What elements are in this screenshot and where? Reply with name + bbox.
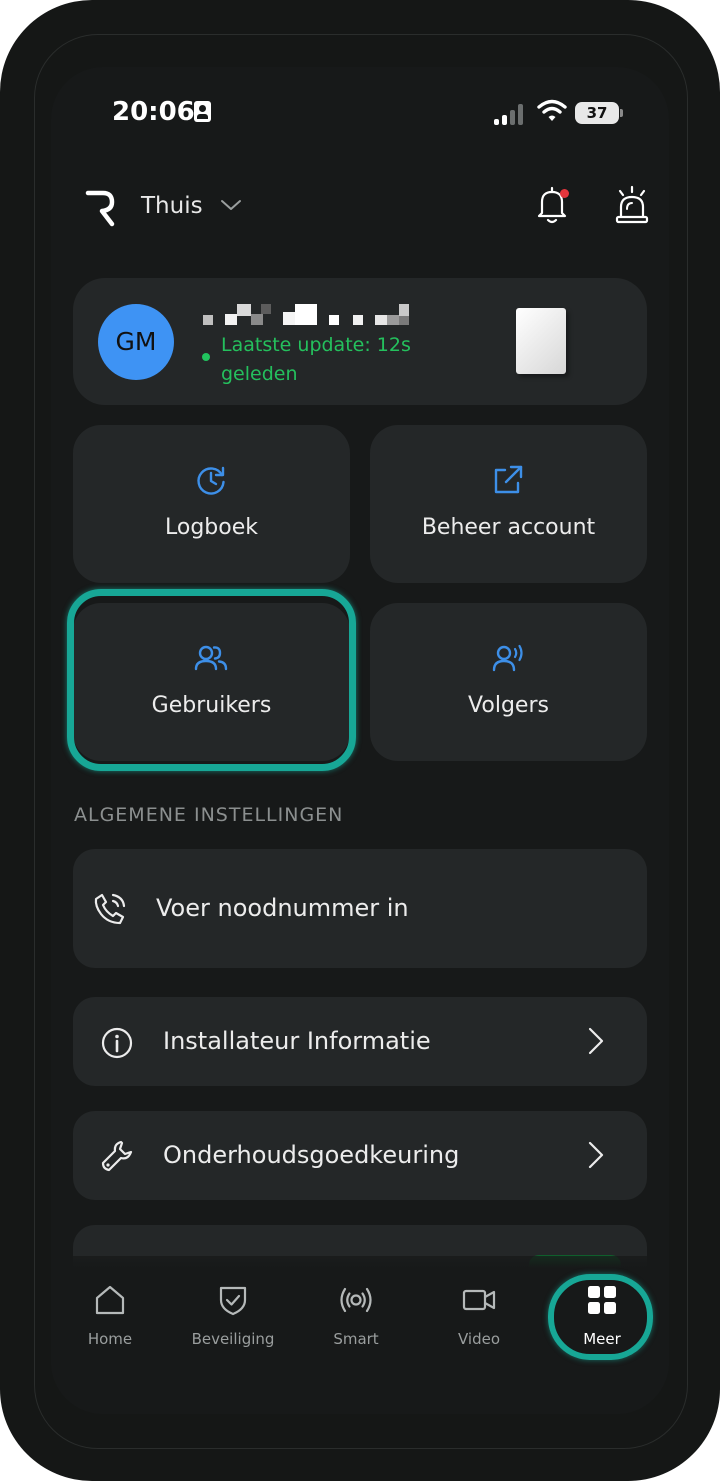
redacted-name [203,304,409,325]
chevron-right-icon [588,1141,604,1169]
notification-badge [560,189,569,198]
tab-video-label: Video [457,1330,501,1348]
home-icon [95,1285,125,1315]
shield-check-icon [219,1286,247,1316]
manage-account-label: Beheer account [421,515,596,540]
tab-security-label: Beveiliging [191,1330,275,1348]
followers-label: Volgers [468,693,549,718]
emergency-number-label: Voer noodnummer in [156,894,409,922]
brand-logo-icon [85,190,115,227]
app-screen: 20:06 37 Thuis GM Laatste update: 12s ge… [51,67,669,1414]
emergency-number-row[interactable]: Voer noodnummer in [73,849,647,968]
online-status-dot [202,353,210,361]
wrench-icon [101,1140,133,1172]
logbook-label: Logboek [165,515,258,540]
maintenance-approval-row[interactable]: Onderhoudsgoedkeuring [73,1111,647,1200]
cellular-signal-icon [494,103,526,125]
broadcast-icon [340,1287,372,1313]
battery-tip [620,109,623,117]
video-camera-icon [462,1289,496,1311]
wifi-icon [537,99,567,121]
avatar: GM [98,304,174,380]
info-icon [101,1027,133,1059]
chevron-down-icon[interactable] [219,193,243,217]
follower-broadcast-icon [492,644,523,672]
maintenance-approval-label: Onderhoudsgoedkeuring [163,1141,460,1169]
tab-smart-label: Smart [333,1330,379,1348]
history-clock-icon [197,466,225,495]
tab-video[interactable]: Video [424,1256,534,1356]
last-update-text: Laatste update: 12s geleden [221,334,411,385]
phone-frame: 20:06 37 Thuis GM Laatste update: 12s ge… [0,0,720,1481]
tab-more-highlight [548,1274,653,1360]
hub-device-image [516,308,566,374]
followers-tile[interactable]: Volgers [370,603,647,761]
external-link-icon [494,465,523,494]
top-bar: Thuis [51,177,669,237]
installer-info-label: Installateur Informatie [163,1027,431,1055]
status-bar: 20:06 37 [51,67,669,157]
contact-card-icon [194,101,211,122]
manage-account-tile[interactable]: Beheer account [370,425,647,583]
tab-security[interactable]: Beveiliging [178,1256,288,1356]
phone-call-icon [94,893,126,925]
tab-home[interactable]: Home [55,1256,165,1356]
section-title: ALGEMENE INSTELLINGEN [74,804,344,826]
logbook-tile[interactable]: Logboek [73,425,350,583]
users-tile-highlight [67,589,356,771]
chevron-right-icon [588,1027,604,1055]
tab-smart[interactable]: Smart [301,1256,411,1356]
hub-status-card[interactable]: GM Laatste update: 12s geleden [73,278,647,405]
bottom-tab-bar: Home Beveiliging Smart Video Meer [51,1256,669,1414]
home-selector-label[interactable]: Thuis [141,193,203,219]
installer-info-row[interactable]: Installateur Informatie [73,997,647,1086]
battery-level: 37 [575,102,619,124]
status-time: 20:06 [112,97,195,127]
alarm-siren-icon[interactable] [613,185,651,225]
tab-home-label: Home [87,1330,133,1348]
